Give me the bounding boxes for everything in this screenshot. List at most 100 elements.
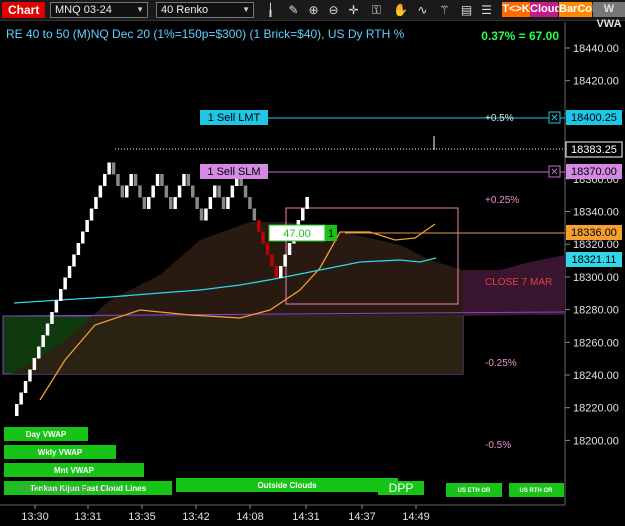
renko-brick-down <box>261 231 265 244</box>
renko-brick-up <box>50 312 54 324</box>
renko-brick-up <box>103 174 107 186</box>
renko-brick-up <box>94 197 98 209</box>
price-tick-label: 18220.00 <box>573 403 619 415</box>
price-tick-label: 18320.00 <box>573 239 619 251</box>
position-qty: 1 <box>328 228 334 240</box>
renko-brick-down <box>169 197 173 209</box>
renko-brick-up <box>45 323 50 336</box>
us-eth-or-button[interactable]: US ETH OR <box>446 483 502 497</box>
price-marker-label: 18321.11 <box>571 254 616 266</box>
dpp-button[interactable]: DPP <box>378 481 424 495</box>
us-rth-or-button[interactable]: US RTH OR <box>509 483 564 497</box>
price-marker-18370: ✕ 18370.00 <box>548 164 622 179</box>
chart-canvas[interactable]: 18440.0018420.0018400.0018380.0018360.00… <box>0 0 625 526</box>
outside-clouds-button[interactable]: Outside Clouds <box>176 478 398 492</box>
price-marker-label: 18370.00 <box>571 166 617 178</box>
renko-brick-up <box>15 404 19 416</box>
renko-brick-up <box>63 277 67 290</box>
order-sell-slm[interactable]: 1 Sell SLM <box>200 164 268 179</box>
price-marker-18336: 18336.00 <box>566 225 622 240</box>
renko-brick-up <box>85 220 89 232</box>
level-label-close: CLOSE 7 MAR <box>485 277 552 288</box>
renko-brick-up <box>76 243 81 255</box>
renko-brick-down <box>248 197 252 209</box>
price-tick-label: 18440.00 <box>573 43 619 55</box>
level-label-minus025: -0.25% <box>485 358 517 369</box>
renko-brick-up <box>67 266 72 278</box>
renko-brick-down <box>265 243 270 255</box>
renko-brick-up <box>23 381 28 393</box>
renko-brick-up <box>19 392 23 405</box>
position-badge[interactable]: 47.00 1 <box>268 224 337 242</box>
level-label-plus025: +0.25% <box>485 195 519 206</box>
renko-brick-up <box>125 185 129 198</box>
level-label-plus05: +0.5% <box>485 113 514 124</box>
renko-brick-down <box>191 185 195 198</box>
order-label: 1 Sell LMT <box>208 112 261 124</box>
renko-brick-down <box>133 174 138 186</box>
price-marker-label: 18383.25 <box>571 144 617 156</box>
price-tick-label: 18200.00 <box>573 435 619 447</box>
renko-brick-up <box>204 208 208 221</box>
renko-brick-down <box>274 266 279 278</box>
time-tick-label: 14:08 <box>236 511 264 523</box>
renko-brick-up <box>32 358 37 370</box>
renko-brick-up <box>230 185 235 198</box>
price-marker-label: 18336.00 <box>571 227 617 239</box>
renko-brick-up <box>173 197 177 209</box>
time-tick-label: 14:31 <box>292 511 320 523</box>
renko-brick-up <box>301 208 305 221</box>
renko-brick-up <box>208 197 213 209</box>
renko-brick-up <box>305 197 309 209</box>
time-tick-label: 14:49 <box>402 511 430 523</box>
renko-brick-down <box>160 174 164 186</box>
price-tick-label: 18420.00 <box>573 76 619 88</box>
price-tick-label: 18340.00 <box>573 207 619 219</box>
price-marker-18400: ✕ 18400.25 <box>548 110 622 125</box>
renko-brick-up <box>37 346 41 359</box>
time-tick-label: 13:42 <box>182 511 210 523</box>
price-tick-label: 18280.00 <box>573 305 619 317</box>
price-marker-label: 18400.25 <box>571 112 617 124</box>
renko-brick-down <box>221 197 226 209</box>
price-marker-18321: 18321.11 <box>566 252 622 267</box>
renko-brick-down <box>257 220 261 232</box>
wkly-vwap-label: Wkly VWAP <box>38 448 83 457</box>
renko-brick-down <box>142 197 147 209</box>
wkly-vwap-button[interactable]: Wkly VWAP <box>4 445 116 459</box>
order-label: 1 Sell SLM <box>207 166 260 178</box>
renko-brick-down <box>120 185 125 198</box>
renko-brick-up <box>155 174 160 186</box>
renko-brick-up <box>89 208 94 221</box>
day-vwap-button[interactable]: Day VWAP <box>4 427 88 441</box>
price-ticks: 18440.0018420.0018400.0018380.0018360.00… <box>565 43 619 447</box>
svg-text:✕: ✕ <box>550 167 558 178</box>
mnt-vwap-label: Mnt VWAP <box>54 466 95 475</box>
time-ticks: 13:30 13:31 13:35 13:42 14:08 14:31 14:37 14:49 <box>21 505 430 523</box>
renko-brick-up <box>177 185 182 198</box>
renko-brick-down <box>164 185 169 198</box>
renko-brick-down <box>138 185 142 198</box>
renko-brick-down <box>195 197 199 209</box>
renko-brick-up <box>129 174 133 186</box>
renko-brick-up <box>54 300 59 313</box>
renko-brick-down <box>243 185 248 198</box>
order-sell-lmt[interactable]: 1 Sell LMT <box>200 110 268 125</box>
renko-brick-up <box>41 335 45 347</box>
mnt-vwap-button[interactable]: Mnt VWAP <box>4 463 144 477</box>
renko-brick-down <box>116 174 120 186</box>
price-tick-label: 18300.00 <box>573 272 619 284</box>
time-tick-label: 13:30 <box>21 511 49 523</box>
renko-brick-up <box>182 174 186 186</box>
renko-brick-up <box>147 197 151 209</box>
time-tick-label: 13:31 <box>74 511 102 523</box>
dpp-label: DPP <box>389 481 414 495</box>
renko-brick-up <box>226 197 230 209</box>
renko-brick-up <box>107 162 111 175</box>
time-tick-label: 14:37 <box>348 511 376 523</box>
position-price: 47.00 <box>283 228 311 240</box>
renko-brick-down <box>186 174 191 186</box>
renko-brick-up <box>151 185 155 198</box>
renko-brick-up <box>283 254 287 267</box>
price-marker-18383: 18383.25 <box>565 141 623 158</box>
